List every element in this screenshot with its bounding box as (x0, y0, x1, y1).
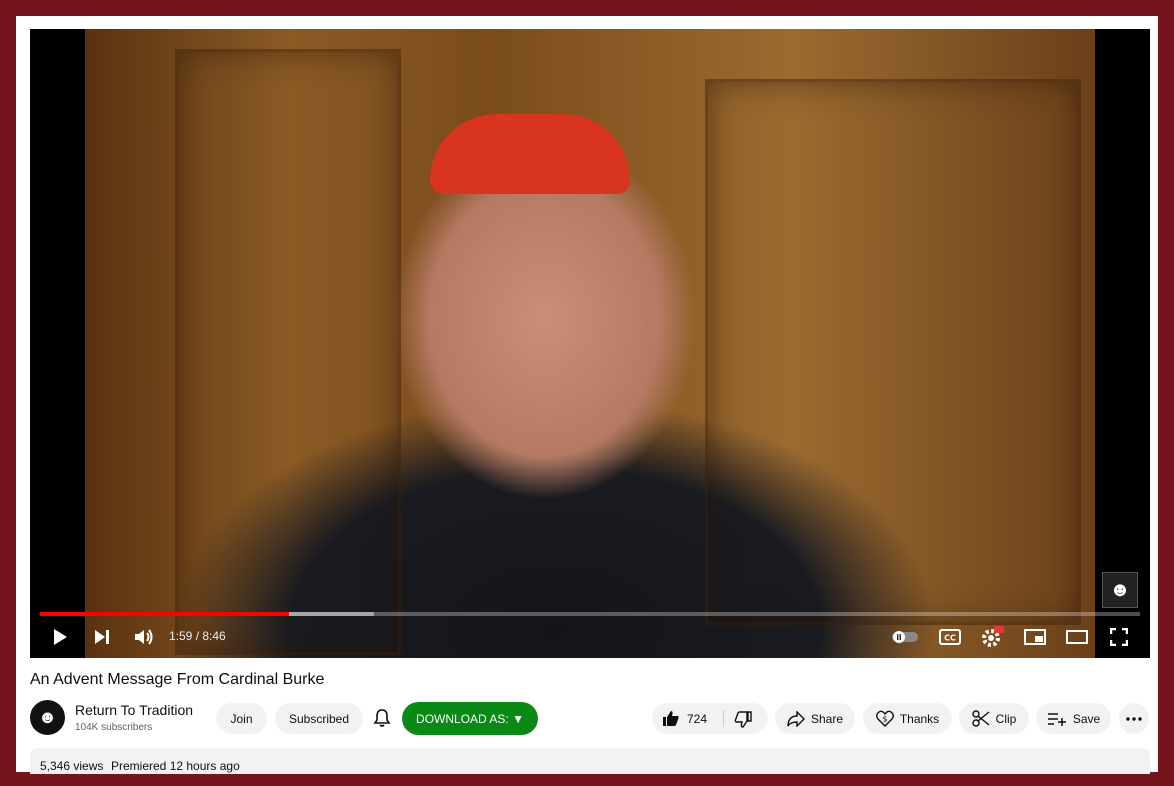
view-count: 5,346 views (40, 759, 104, 773)
share-button[interactable]: Share (775, 703, 855, 734)
video-frame[interactable] (85, 29, 1095, 658)
captions-icon[interactable]: CC (935, 621, 965, 653)
channel-name[interactable]: Return To Tradition (75, 702, 193, 718)
video-player[interactable]: ☻ 1:59 / 8:46 CC (30, 29, 1150, 658)
clip-label: Clip (995, 711, 1017, 726)
join-label: Join (230, 711, 253, 726)
like-icon[interactable] (662, 710, 680, 732)
like-dislike-group: 724 (652, 703, 768, 734)
theater-icon[interactable] (1062, 621, 1092, 653)
wood-panel (175, 49, 401, 655)
hd-badge-icon (994, 626, 1004, 633)
download-label: DOWNLOAD AS: ▼ (416, 711, 524, 726)
like-divider (723, 710, 724, 727)
progress-bar[interactable] (40, 612, 1140, 616)
subscribed-button[interactable]: Subscribed (275, 703, 363, 734)
svg-text:$: $ (882, 715, 887, 724)
description-box[interactable]: 5,346 views Premiered 12 hours ago (30, 748, 1150, 774)
volume-icon[interactable] (130, 621, 158, 653)
download-button[interactable]: DOWNLOAD AS: ▼ (402, 702, 538, 735)
more-button[interactable] (1119, 703, 1149, 734)
zucchetto (430, 114, 630, 194)
play-icon[interactable] (46, 621, 74, 653)
video-title: An Advent Message From Cardinal Burke (30, 671, 325, 688)
fullscreen-icon[interactable] (1104, 621, 1134, 653)
subscribed-label: Subscribed (288, 711, 350, 726)
share-label: Share (810, 711, 844, 726)
autoplay-toggle-icon[interactable] (890, 621, 920, 653)
thanks-icon: $ (875, 710, 894, 727)
svg-text:CC: CC (944, 634, 956, 643)
time-display: 1:59 / 8:46 (169, 629, 226, 643)
played-bar (40, 612, 289, 616)
share-icon (787, 710, 805, 727)
thanks-button[interactable]: $ Thanks (863, 703, 952, 734)
subscriber-count: 104K subscribers (75, 722, 153, 733)
dislike-icon[interactable] (734, 711, 752, 733)
join-button[interactable]: Join (216, 703, 267, 734)
more-icon (1126, 716, 1142, 721)
premiered-date: Premiered 12 hours ago (111, 759, 240, 773)
next-icon[interactable] (88, 621, 116, 653)
player-controls: 1:59 / 8:46 CC (30, 621, 1150, 653)
channel-avatar[interactable]: ☻ (30, 700, 65, 735)
thanks-label: Thanks (899, 711, 940, 726)
save-label: Save (1072, 711, 1101, 726)
wood-panel (705, 79, 1081, 625)
bell-icon[interactable] (373, 708, 391, 733)
save-icon (1047, 712, 1066, 726)
channel-watermark-icon[interactable]: ☻ (1102, 572, 1138, 608)
save-button[interactable]: Save (1036, 703, 1111, 734)
like-count[interactable]: 724 (687, 712, 707, 726)
clip-button[interactable]: Clip (959, 703, 1029, 734)
miniplayer-icon[interactable] (1020, 621, 1050, 653)
clip-icon (971, 710, 990, 727)
settings-icon[interactable] (977, 621, 1007, 653)
